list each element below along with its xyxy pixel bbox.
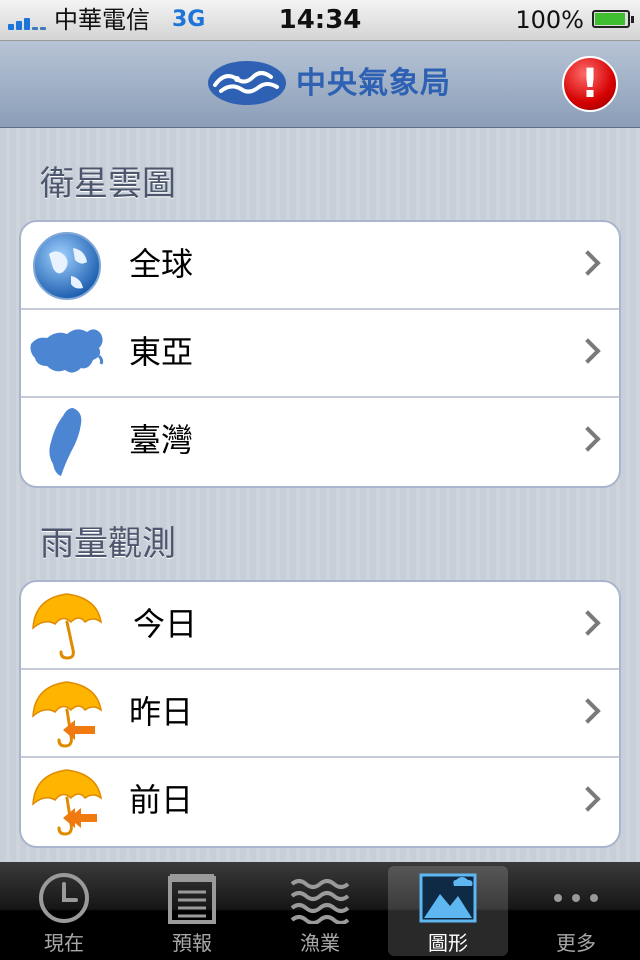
list-item-label: 前日 xyxy=(129,781,194,819)
cwb-logo-icon xyxy=(208,61,286,105)
list-item-global[interactable]: 全球 xyxy=(21,222,619,310)
chevron-right-icon xyxy=(575,610,601,636)
alert-button[interactable]: ! xyxy=(562,56,618,112)
clock-icon xyxy=(39,873,89,923)
tab-graphics[interactable]: 圖形 xyxy=(388,866,508,956)
globe-icon xyxy=(33,232,101,300)
tab-label: 現在 xyxy=(44,931,84,955)
tab-more[interactable]: 更多 xyxy=(512,862,640,960)
taiwan-map-icon xyxy=(49,408,82,476)
list-item-label: 今日 xyxy=(133,605,198,643)
battery-icon xyxy=(592,10,634,28)
nav-bar: 中央氣象局 ! xyxy=(0,41,640,128)
list-item-label: 東亞 xyxy=(129,333,194,371)
list-item-yesterday[interactable]: 昨日 xyxy=(21,670,619,758)
list-item-east-asia[interactable]: 東亞 xyxy=(21,310,619,398)
rainfall-list: 今日 昨日 前日 xyxy=(19,580,621,848)
tab-forecast[interactable]: 預報 xyxy=(128,862,256,960)
tab-bar: 現在 預報 漁業 圖形 更多 xyxy=(0,862,640,960)
waves-icon xyxy=(290,879,350,924)
tab-label: 漁業 xyxy=(300,931,340,955)
list-item-day-before[interactable]: 前日 xyxy=(21,758,619,846)
tab-fishery[interactable]: 漁業 xyxy=(256,862,384,960)
chevron-right-icon xyxy=(575,338,601,364)
umbrella-back-arrow-icon xyxy=(32,681,103,748)
content-area[interactable]: 衛星雲圖 全球 東亞 臺灣 雨量觀測 今日 昨日 前日 xyxy=(0,128,640,862)
chevron-right-icon xyxy=(575,250,601,276)
list-item-label: 昨日 xyxy=(129,693,194,731)
umbrella-double-back-arrow-icon xyxy=(32,769,103,836)
nav-title: 中央氣象局 xyxy=(296,66,451,101)
satellite-list: 全球 東亞 臺灣 xyxy=(19,220,621,488)
east-asia-map-icon xyxy=(30,329,104,373)
list-item-taiwan[interactable]: 臺灣 xyxy=(21,398,619,486)
more-icon xyxy=(554,894,598,902)
list-item-label: 全球 xyxy=(129,245,194,283)
chevron-right-icon xyxy=(575,426,601,452)
section-title-satellite: 衛星雲圖 xyxy=(40,164,176,204)
umbrella-icon xyxy=(32,593,103,660)
section-title-rainfall: 雨量觀測 xyxy=(40,524,176,564)
tab-label: 更多 xyxy=(556,931,596,955)
calendar-icon xyxy=(168,874,216,924)
tab-now[interactable]: 現在 xyxy=(0,862,128,960)
list-item-today[interactable]: 今日 xyxy=(21,582,619,670)
chevron-right-icon xyxy=(575,786,601,812)
list-item-label: 臺灣 xyxy=(129,421,194,459)
status-bar: 中華電信 3G 14:34 100% xyxy=(0,0,640,41)
battery-percent: 100% xyxy=(515,6,584,34)
tab-label: 圖形 xyxy=(428,931,468,955)
image-icon xyxy=(419,873,477,923)
tab-label: 預報 xyxy=(172,931,212,955)
chevron-right-icon xyxy=(575,698,601,724)
